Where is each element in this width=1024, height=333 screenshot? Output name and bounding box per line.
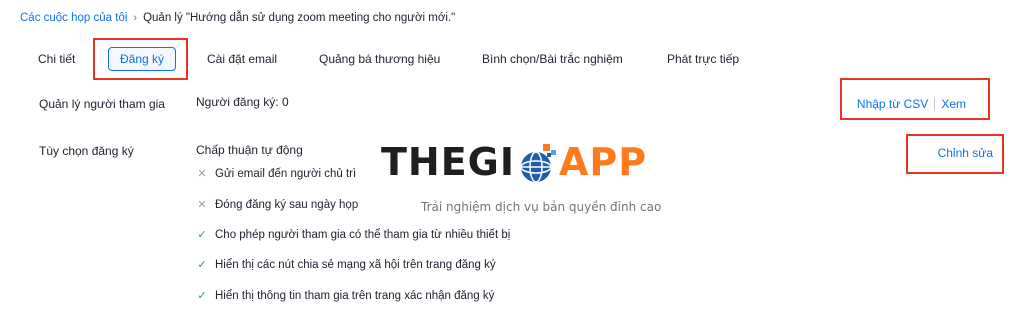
participant-actions: Nhập từ CSV Xem [857,97,966,111]
tab-email-settings[interactable]: Cài đặt email [207,46,277,72]
globe-icon [517,142,557,183]
option-text: Hiển thị thông tin tham gia trên trang x… [215,289,495,302]
watermark-logo: THEGI APP [381,140,647,184]
import-csv-link[interactable]: Nhập từ CSV [857,97,928,111]
tab-bar: Chi tiết Đăng ký Cài đặt email Quảng bá … [0,46,1024,72]
tab-details[interactable]: Chi tiết [38,46,75,72]
approval-mode: Chấp thuận tự động [196,143,303,157]
link-divider [934,98,936,110]
option-text: Hiển thị các nút chia sẻ mạng xã hội trê… [215,258,496,271]
option-text: Đóng đăng ký sau ngày họp [215,198,359,211]
watermark: THEGI APP Trải nghiệm dịch vụ bản quyền … [381,140,661,214]
option-item: ✕ Đóng đăng ký sau ngày họp [196,198,359,212]
view-link[interactable]: Xem [941,97,966,111]
manage-participants-label: Quản lý người tham gia [39,97,165,111]
x-icon: ✕ [197,168,207,180]
option-text: Cho phép người tham gia có thể tham gia … [215,228,511,241]
watermark-brand-left: THEGI [381,140,516,184]
tab-branding[interactable]: Quảng bá thương hiệu [319,46,440,72]
watermark-tagline: Trải nghiệm dịch vụ bản quyền đỉnh cao [421,200,662,214]
option-item: ✓ Cho phép người tham gia có thể tham gi… [196,228,511,242]
option-item: ✓ Hiển thị các nút chia sẻ mạng xã hội t… [196,258,496,272]
breadcrumb: Các cuộc họp của tôi › Quản lý "Hướng dẫ… [20,12,455,24]
option-text: Gửi email đến người chủ trì [215,167,357,180]
x-icon: ✕ [197,199,207,211]
check-icon: ✓ [197,259,207,271]
registration-options-label: Tùy chọn đăng ký [39,144,134,158]
option-item: ✓ Hiển thị thông tin tham gia trên trang… [196,289,495,303]
option-item: ✕ Gửi email đến người chủ trì [196,167,357,181]
tab-registration[interactable]: Đăng ký [108,47,177,71]
watermark-brand-right: APP [559,140,648,184]
chevron-right-icon: › [133,12,138,24]
check-icon: ✓ [197,229,207,241]
edit-link[interactable]: Chỉnh sửa [938,146,993,160]
breadcrumb-my-meetings-link[interactable]: Các cuộc họp của tôi [20,12,127,24]
check-icon: ✓ [197,290,207,302]
breadcrumb-current-page: Quản lý "Hướng dẫn sử dụng zoom meeting … [143,12,456,24]
tab-polls-quizzes[interactable]: Bình chọn/Bài trắc nghiệm [482,46,623,72]
tab-live-streaming[interactable]: Phát trực tiếp [667,46,739,72]
registrants-count: Người đăng ký: 0 [196,95,289,109]
